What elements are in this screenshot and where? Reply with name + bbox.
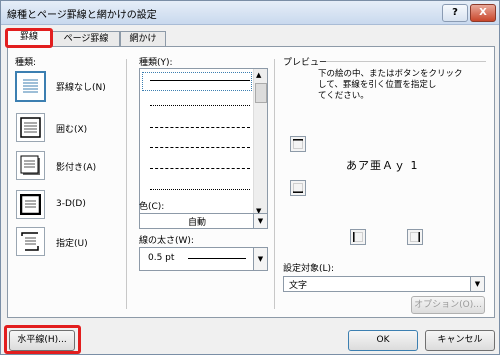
borders-panel: 種類: 罫線なし(N) 囲む(X) 影付き(A) 3-D(D) 指定(U) 種類… bbox=[7, 46, 495, 318]
cancel-button[interactable]: キャンセル bbox=[425, 330, 495, 351]
preset-box-icon bbox=[20, 117, 41, 138]
preview-divider bbox=[274, 59, 275, 309]
preset-box-label[interactable]: 囲む(X) bbox=[56, 122, 87, 135]
apply-to-label: 設定対象(L): bbox=[283, 264, 335, 274]
apply-to-dropdown-icon[interactable]: ▼ bbox=[470, 277, 484, 291]
dialog-title: 線種とページ罫線と網かけの設定 bbox=[7, 10, 157, 21]
style-list-scrollbar[interactable]: ▲ ▼ bbox=[253, 69, 267, 219]
tab-highlight-frame bbox=[5, 28, 53, 48]
tab-page-border[interactable]: ページ罫線 bbox=[52, 31, 120, 47]
line-style-list[interactable]: ▲ ▼ bbox=[139, 68, 268, 220]
tab-shading-label: 網かけ bbox=[129, 34, 157, 44]
style-dash-dot-dot-line[interactable] bbox=[150, 189, 250, 190]
style-dotted-line[interactable] bbox=[150, 105, 250, 106]
tab-borders[interactable]: 罫線 bbox=[5, 28, 53, 48]
preset-3d-icon bbox=[20, 194, 41, 215]
style-dashed-small-line[interactable] bbox=[150, 127, 250, 128]
preview-instruction-line: して、罫線を引く位置を指定し bbox=[318, 80, 437, 90]
tab-shading[interactable]: 網かけ bbox=[120, 31, 166, 47]
preview-instruction-line: 下の絵の中、またはボタンをクリック bbox=[318, 69, 463, 79]
close-button[interactable]: X bbox=[470, 4, 496, 22]
preview-sample-text: あア亜Ａｙ 1 bbox=[346, 159, 419, 172]
preset-none-icon bbox=[23, 79, 38, 93]
preview-instructions: 下の絵の中、またはボタンをクリック して、罫線を引く位置を指定し てください。 bbox=[318, 69, 488, 102]
top-border-button[interactable] bbox=[290, 136, 306, 152]
ok-button[interactable]: OK bbox=[348, 330, 418, 351]
color-select[interactable]: 自動 ▼ bbox=[139, 213, 268, 229]
preview-instruction-line: てください。 bbox=[318, 91, 369, 101]
tab-page-border-label: ページ罫線 bbox=[63, 34, 109, 44]
style-dashed-line[interactable] bbox=[150, 147, 250, 148]
left-border-button[interactable] bbox=[350, 229, 366, 245]
preset-custom-label[interactable]: 指定(U) bbox=[56, 236, 88, 249]
bottom-border-button[interactable] bbox=[290, 180, 306, 196]
right-border-icon bbox=[410, 232, 420, 242]
preset-custom-icon bbox=[21, 232, 39, 251]
top-border-icon bbox=[293, 139, 303, 149]
dialog-window: 線種とページ罫線と網かけの設定 ? X 罫線 ページ罫線 網かけ 種類: 罫線な… bbox=[0, 0, 500, 355]
preset-3d-button[interactable] bbox=[16, 190, 45, 219]
preview-label: プレビュー bbox=[283, 58, 329, 68]
width-select[interactable]: 0.5 pt ▼ bbox=[139, 247, 268, 271]
preset-box-button[interactable] bbox=[16, 113, 45, 142]
width-dropdown-icon[interactable]: ▼ bbox=[253, 248, 267, 270]
apply-to-value: 文字 bbox=[289, 281, 308, 291]
scroll-up-icon[interactable]: ▲ bbox=[256, 71, 261, 79]
width-sample-line bbox=[188, 258, 246, 259]
setting-label: 種類: bbox=[15, 58, 37, 68]
preset-3d-label[interactable]: 3-D(D) bbox=[56, 199, 86, 209]
horizontal-line-highlight-frame bbox=[4, 325, 81, 354]
scroll-thumb[interactable] bbox=[255, 83, 267, 103]
preset-none-button[interactable] bbox=[15, 71, 46, 102]
preset-shadow-button[interactable] bbox=[16, 151, 45, 180]
bottom-border-icon bbox=[293, 183, 303, 193]
apply-to-select[interactable]: 文字 ▼ bbox=[283, 276, 485, 292]
preset-shadow-label[interactable]: 影付き(A) bbox=[56, 160, 96, 173]
preset-none-label[interactable]: 罫線なし(N) bbox=[56, 80, 106, 93]
title-bar: 線種とページ罫線と網かけの設定 ? X bbox=[1, 1, 499, 25]
left-border-icon bbox=[353, 232, 363, 242]
width-label: 線の太さ(W): bbox=[139, 236, 194, 246]
style-dash-dot-line[interactable] bbox=[150, 168, 250, 169]
options-button[interactable]: オプション(O)... bbox=[411, 296, 485, 314]
style-selection-frame bbox=[142, 72, 252, 91]
help-button[interactable]: ? bbox=[442, 4, 468, 22]
preview-title-rule bbox=[326, 61, 486, 62]
right-border-button[interactable] bbox=[407, 229, 423, 245]
preset-custom-button[interactable] bbox=[16, 227, 45, 256]
color-value: 自動 bbox=[187, 218, 206, 228]
color-label: 色(C): bbox=[139, 202, 165, 212]
width-value: 0.5 pt bbox=[148, 253, 175, 263]
color-dropdown-icon[interactable]: ▼ bbox=[253, 214, 267, 228]
style-label: 種類(Y): bbox=[139, 58, 173, 68]
preset-shadow-icon bbox=[20, 155, 40, 175]
column-divider bbox=[126, 59, 127, 309]
